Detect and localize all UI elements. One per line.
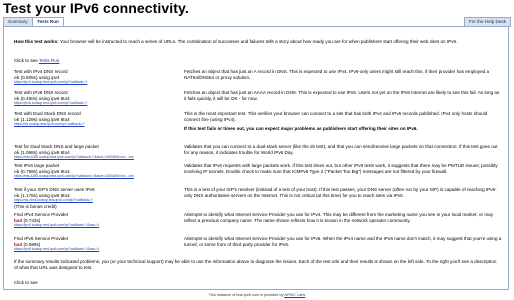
result-time: (1.068s) using ipv6 6to4 bbox=[20, 149, 70, 155]
result-time: (0.505s) using ipv4 bbox=[20, 74, 60, 80]
test-url[interactable]: https://mtu1280.lookup.test-ipv6.com/ip/… bbox=[14, 174, 180, 180]
tests-run-link[interactable]: Tests Run bbox=[39, 58, 59, 63]
test-url[interactable]: https://ipv6.lookup.test-ipv6.com/ip/?ca… bbox=[14, 101, 180, 107]
test-row-ipv6: Test with IPv6 DNS record ok (0.460s) us… bbox=[14, 90, 180, 107]
click-to-see-summary: Click to see bbox=[14, 280, 38, 285]
status-ok: ok bbox=[14, 192, 20, 198]
test-desc-asn4: Attempts to identify what Internet Servi… bbox=[184, 212, 494, 223]
test-desc-largepacket-v6: Validates that IPv6 requests with large … bbox=[184, 163, 498, 174]
apnic-link[interactable]: APNIC Labs bbox=[284, 293, 305, 297]
test-desc-dualstack: This is the most important test. This ve… bbox=[184, 111, 502, 132]
tab-bar: Summary Tests Run For the Help Desk bbox=[3, 17, 511, 27]
intro-text: How this test works: Your browser will b… bbox=[14, 39, 498, 45]
test-row-largepacket-v6: Test IPv6 large packet ok (0.759s) using… bbox=[14, 163, 180, 180]
click-tests-line: Click to see Tests Run bbox=[14, 58, 59, 63]
summary-explanation: If the summary results indicated problem… bbox=[14, 259, 497, 270]
test-row-ipv4: Test with IPv4 DNS record ok (0.505s) us… bbox=[14, 69, 180, 86]
status-ok: ok bbox=[14, 149, 20, 155]
desc-warning: If this test fails or times out, you can… bbox=[184, 126, 418, 132]
test-row-dualstack: Test with Dual Stack DNS record ok (1.12… bbox=[14, 111, 180, 128]
result-time: (0.589s) bbox=[23, 241, 41, 247]
test-url[interactable]: https://ds.lookup.test-ipv6.com/ip/?call… bbox=[14, 122, 180, 128]
test-desc-dns-ipv6: This is a test of your ISP's resolver (i… bbox=[184, 187, 497, 198]
status-ok: ok bbox=[14, 168, 20, 174]
status-ok: ok bbox=[14, 74, 20, 80]
status-ok: ok bbox=[14, 95, 20, 101]
footer: This instance of test-ipv6.com is provid… bbox=[0, 293, 514, 297]
test-row-largepacket-ds: Test for Dual Stack DNS and large packet… bbox=[14, 144, 180, 161]
intro-bold: How this test works: bbox=[14, 39, 59, 44]
result-time: (1.129s) using ipv6 6to4 bbox=[20, 116, 70, 122]
intro-body: Your browser will be instructed to reach… bbox=[58, 39, 458, 44]
test-url[interactable]: https://ipv6.lookup.test-ipv6.com/ip/?ca… bbox=[14, 247, 180, 253]
test-desc-ipv4: Fetches an object that has just an A rec… bbox=[184, 69, 490, 80]
status-bad: bad bbox=[14, 217, 23, 223]
status-ok: ok bbox=[14, 116, 20, 122]
result-time: (0.460s) using ipv6 6to4 bbox=[20, 95, 70, 101]
test-desc-asn6: Attempts to identify what Internet Servi… bbox=[184, 236, 502, 247]
click-prefix: Click to see bbox=[14, 58, 39, 63]
test-row-asn4: Find IPv4 Service Provider bad (0.743s) … bbox=[14, 212, 180, 229]
test-row-dns-ipv6: Test if your ISP's DNS server uses IPv6 … bbox=[14, 187, 180, 209]
footer-text: This instance of test-ipv6.com is provid… bbox=[208, 293, 285, 297]
result-time: (0.759s) using ipv6 6to4 bbox=[20, 168, 70, 174]
result-time: (0.743s) bbox=[23, 217, 41, 223]
test-row-asn6: Find IPv6 Service Provider bad (0.589s) … bbox=[14, 236, 180, 253]
desc-text: This is the most important test. This ve… bbox=[184, 111, 488, 122]
test-url[interactable]: https://ipv4.lookup.test-ipv6.com/ip/?ca… bbox=[14, 80, 180, 86]
bonus-note: (This is bonus credit) bbox=[14, 203, 57, 209]
test-desc-ipv6: Fetches an object that has just an AAAA … bbox=[184, 90, 500, 101]
test-url[interactable]: https://ipv4.lookup.test-ipv6.com/ip/?ca… bbox=[14, 223, 180, 229]
test-url[interactable]: https://mtu1280.lookup.test-ipv6.com/ip/… bbox=[14, 155, 180, 161]
test-desc-largepacket-ds: Validates that you can connect to a dual… bbox=[184, 144, 498, 155]
status-bad: bad bbox=[14, 241, 23, 247]
page-title: Test your IPv6 connectivity. bbox=[3, 0, 189, 16]
result-time: (1.176s) using ipv6 6to4 bbox=[20, 192, 70, 198]
